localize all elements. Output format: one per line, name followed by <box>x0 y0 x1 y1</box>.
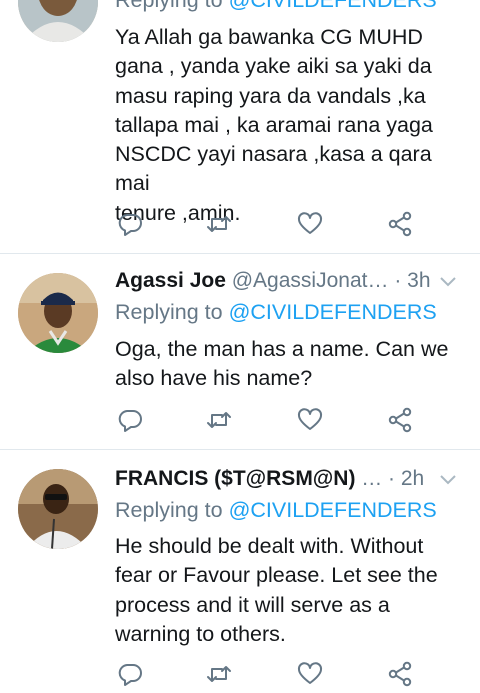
reply-icon[interactable] <box>116 210 144 238</box>
tweet-actions <box>0 210 480 240</box>
reply-icon[interactable] <box>116 406 144 434</box>
tweet-header: FRANCIS ($T@RSM@N) … · 2h <box>115 467 462 497</box>
user-handle[interactable]: … <box>361 467 382 490</box>
share-icon[interactable] <box>386 660 414 688</box>
retweet-icon[interactable] <box>205 660 233 688</box>
chevron-down-icon[interactable] <box>438 271 458 291</box>
timestamp[interactable]: · 2h <box>388 467 424 491</box>
avatar[interactable] <box>18 273 98 353</box>
avatar[interactable] <box>18 469 98 549</box>
display-name[interactable]: Agassi Joe <box>115 269 226 292</box>
tweet-2[interactable]: Agassi Joe @AgassiJonat… · 3h Replying t… <box>0 254 480 449</box>
tweet-text: Oga, the man has a name. Can we also hav… <box>115 337 449 391</box>
tweet-text: He should be dealt with. Without fear or… <box>115 534 438 646</box>
tweet-text: Ya Allah ga bawanka CG MUHD gana , yanda… <box>115 25 433 225</box>
replying-to: Replying to @CIVILDEFENDERS <box>115 0 437 13</box>
display-name[interactable]: FRANCIS ($T@RSM@N) <box>115 467 355 490</box>
timestamp[interactable]: · 3h <box>394 269 430 292</box>
like-icon[interactable] <box>296 406 324 434</box>
like-icon[interactable] <box>296 210 324 238</box>
tweet-3[interactable]: FRANCIS ($T@RSM@N) … · 2h Replying to @C… <box>0 450 480 687</box>
tweet-actions <box>0 406 480 436</box>
reply-icon[interactable] <box>116 660 144 688</box>
like-icon[interactable] <box>296 660 324 688</box>
retweet-icon[interactable] <box>205 406 233 434</box>
replying-to: Replying to @CIVILDEFENDERS <box>115 498 437 522</box>
retweet-icon[interactable] <box>205 210 233 238</box>
tweet-actions <box>0 660 480 690</box>
mention-link[interactable]: @CIVILDEFENDERS <box>229 300 437 324</box>
tweet-header: Agassi Joe @AgassiJonat… · 3h <box>115 269 462 299</box>
replying-to: Replying to @CIVILDEFENDERS <box>115 300 437 324</box>
user-handle[interactable]: @AgassiJonat… <box>232 269 389 292</box>
tweet-1[interactable]: Replying to @CIVILDEFENDERS Ya Allah ga … <box>0 0 480 253</box>
share-icon[interactable] <box>386 210 414 238</box>
chevron-down-icon[interactable] <box>438 469 458 489</box>
mention-link[interactable]: @CIVILDEFENDERS <box>229 498 437 522</box>
mention-link[interactable]: @CIVILDEFENDERS <box>229 0 437 12</box>
share-icon[interactable] <box>386 406 414 434</box>
avatar[interactable] <box>18 0 98 42</box>
